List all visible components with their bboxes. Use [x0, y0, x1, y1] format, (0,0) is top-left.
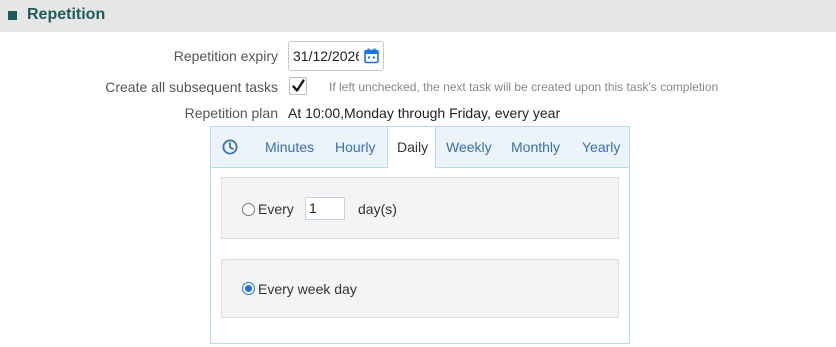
- plan-value: At 10:00,Monday through Friday, every ye…: [288, 105, 561, 121]
- every-week-day-panel: Every week day: [221, 259, 619, 318]
- every-n-days-radio[interactable]: [242, 203, 255, 216]
- checkmark-icon: [292, 79, 305, 92]
- section-header: Repetition: [0, 0, 836, 32]
- expiry-date-value[interactable]: 31/12/2026: [293, 48, 359, 64]
- section-title: Repetition: [27, 6, 106, 23]
- clock-icon[interactable]: [222, 139, 238, 155]
- days-unit-label: day(s): [358, 201, 397, 217]
- create-all-label: Create all subsequent tasks: [105, 79, 278, 95]
- every-n-days-panel: Every 1 day(s): [221, 177, 619, 239]
- tab-monthly[interactable]: Monthly: [511, 139, 560, 155]
- schedule-editor: Minutes Hourly Daily Weekly Monthly Year…: [210, 126, 630, 344]
- square-marker-icon: [8, 11, 17, 20]
- schedule-tabs: Minutes Hourly Daily Weekly Monthly Year…: [211, 127, 629, 168]
- expiry-label: Repetition expiry: [173, 48, 278, 64]
- every-label: Every: [258, 201, 294, 217]
- calendar-icon[interactable]: [364, 48, 379, 64]
- expiry-date-field[interactable]: 31/12/2026: [288, 41, 384, 71]
- every-week-day-label: Every week day: [258, 281, 357, 297]
- tab-daily[interactable]: Daily: [387, 127, 436, 168]
- tab-minutes[interactable]: Minutes: [265, 139, 314, 155]
- create-all-hint: If left unchecked, the next task will be…: [329, 80, 719, 94]
- create-all-checkbox[interactable]: [289, 77, 307, 95]
- every-week-day-radio[interactable]: [242, 282, 255, 295]
- days-count-input[interactable]: 1: [305, 197, 345, 220]
- tab-yearly[interactable]: Yearly: [582, 139, 620, 155]
- tab-hourly[interactable]: Hourly: [335, 139, 375, 155]
- plan-label: Repetition plan: [184, 105, 278, 121]
- tab-weekly[interactable]: Weekly: [446, 139, 492, 155]
